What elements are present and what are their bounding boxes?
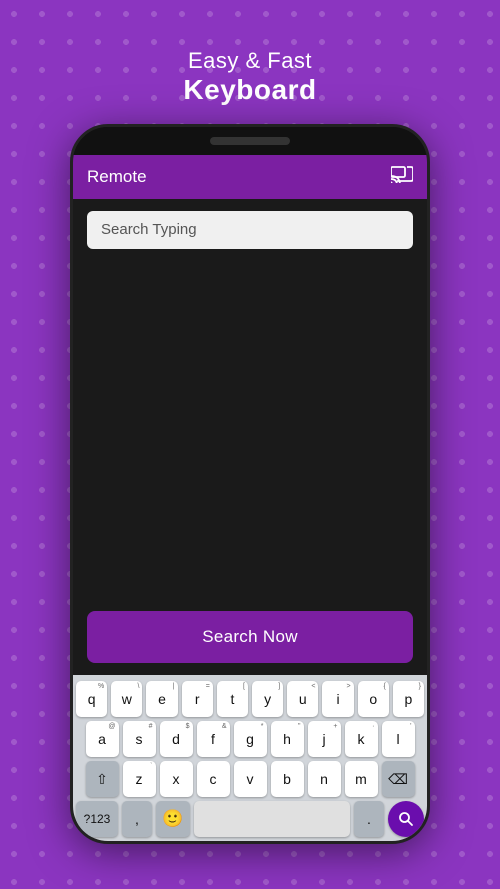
key-w[interactable]: \w [111, 681, 142, 717]
phone-shell: Remote Search Typing Search Now %q \w |e… [70, 124, 430, 844]
key-r[interactable]: =r [182, 681, 213, 717]
key-d[interactable]: $d [160, 721, 193, 757]
key-e[interactable]: |e [146, 681, 177, 717]
keyboard-bottom-row: ?123 , 🙂 . [76, 801, 424, 837]
key-n[interactable]: n [308, 761, 341, 797]
key-u[interactable]: <u [287, 681, 318, 717]
delete-key[interactable]: ⌫ [382, 761, 415, 797]
key-t[interactable]: [t [217, 681, 248, 717]
notch-bar [210, 137, 290, 145]
key-s[interactable]: #s [123, 721, 156, 757]
header-line1: Easy & Fast [183, 48, 316, 74]
app-title: Remote [87, 167, 147, 187]
keyboard-row-2: @a #s $d &f *g "h +j ·k 'l [76, 721, 424, 757]
key-f[interactable]: &f [197, 721, 230, 757]
key-b[interactable]: b [271, 761, 304, 797]
search-go-key[interactable] [388, 801, 424, 837]
content-area [87, 261, 413, 611]
search-input-text: Search Typing [101, 221, 197, 238]
key-v[interactable]: v [234, 761, 267, 797]
period-key[interactable]: . [354, 801, 384, 837]
key-l[interactable]: 'l [382, 721, 415, 757]
key-q[interactable]: %q [76, 681, 107, 717]
emoji-key[interactable]: 🙂 [156, 801, 190, 837]
keyboard-row-1: %q \w |e =r [t ]y <u >i {o }p [76, 681, 424, 717]
key-h[interactable]: "h [271, 721, 304, 757]
num-key[interactable]: ?123 [76, 801, 118, 837]
page-header: Easy & Fast Keyboard [183, 48, 316, 106]
key-a[interactable]: @a [86, 721, 119, 757]
search-input-box[interactable]: Search Typing [87, 211, 413, 249]
key-j[interactable]: +j [308, 721, 341, 757]
key-y[interactable]: ]y [252, 681, 283, 717]
cast-icon[interactable] [391, 165, 413, 189]
key-k[interactable]: ·k [345, 721, 378, 757]
screen-content: Search Typing Search Now [73, 199, 427, 675]
key-c[interactable]: c [197, 761, 230, 797]
key-m[interactable]: m [345, 761, 378, 797]
shift-key[interactable]: ⇧ [86, 761, 119, 797]
key-g[interactable]: *g [234, 721, 267, 757]
app-bar: Remote [73, 155, 427, 199]
key-o[interactable]: {o [358, 681, 389, 717]
header-line2: Keyboard [183, 74, 316, 106]
phone-notch [73, 127, 427, 155]
search-now-button[interactable]: Search Now [87, 611, 413, 663]
key-z[interactable]: `z [123, 761, 156, 797]
key-p[interactable]: }p [393, 681, 424, 717]
comma-key[interactable]: , [122, 801, 152, 837]
key-i[interactable]: >i [322, 681, 353, 717]
space-key[interactable] [194, 801, 350, 837]
key-x[interactable]: x [160, 761, 193, 797]
keyboard-row-3: ⇧ `z x c v b n m ⌫ [76, 761, 424, 797]
keyboard: %q \w |e =r [t ]y <u >i {o }p @a #s $d &… [73, 675, 427, 841]
